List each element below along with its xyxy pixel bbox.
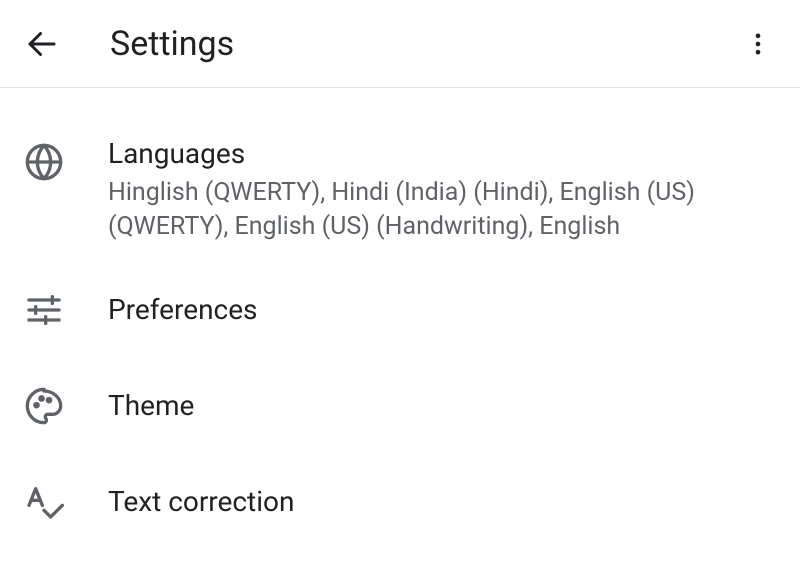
- item-text: Languages Hinglish (QWERTY), Hindi (Indi…: [108, 136, 782, 244]
- sliders-icon: [24, 290, 64, 330]
- spellcheck-icon: [24, 482, 64, 522]
- item-text: Text correction: [108, 484, 782, 520]
- settings-item-theme[interactable]: Theme: [0, 358, 800, 454]
- settings-item-preferences[interactable]: Preferences: [0, 262, 800, 358]
- item-title: Theme: [108, 388, 782, 424]
- item-title: Preferences: [108, 292, 782, 328]
- item-title: Text correction: [108, 484, 782, 520]
- more-vert-icon: [744, 30, 772, 58]
- settings-item-languages[interactable]: Languages Hinglish (QWERTY), Hindi (Indi…: [0, 118, 800, 262]
- app-header: Settings: [0, 0, 800, 88]
- item-title: Languages: [108, 136, 782, 172]
- icon-slot: [20, 386, 108, 426]
- palette-icon: [24, 386, 64, 426]
- item-subtitle: Hinglish (QWERTY), Hindi (India) (Hindi)…: [108, 176, 782, 244]
- item-text: Preferences: [108, 292, 782, 328]
- page-title: Settings: [110, 24, 734, 64]
- globe-icon: [24, 142, 64, 182]
- icon-slot: [20, 136, 108, 182]
- arrow-back-icon: [24, 26, 60, 62]
- back-button[interactable]: [18, 20, 66, 68]
- item-text: Theme: [108, 388, 782, 424]
- icon-slot: [20, 482, 108, 522]
- settings-item-text-correction[interactable]: Text correction: [0, 454, 800, 550]
- overflow-menu-button[interactable]: [734, 20, 782, 68]
- icon-slot: [20, 290, 108, 330]
- settings-list: Languages Hinglish (QWERTY), Hindi (Indi…: [0, 88, 800, 550]
